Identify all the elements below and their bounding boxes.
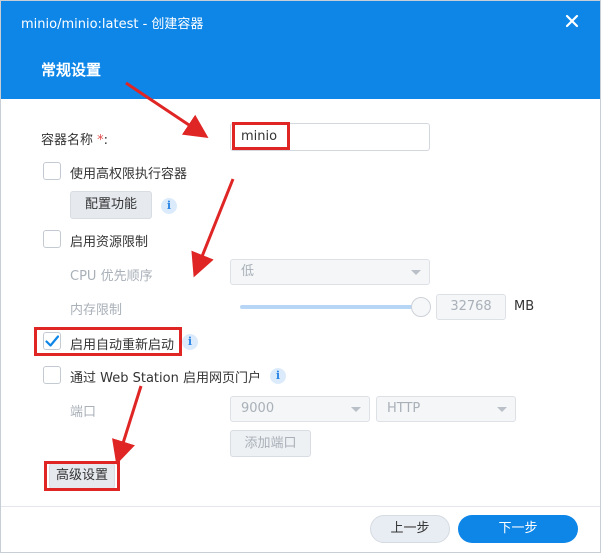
memory-slider-handle[interactable] xyxy=(411,297,431,317)
resource-limit-checkbox[interactable] xyxy=(43,230,61,248)
info-icon[interactable]: i xyxy=(182,334,198,350)
port-value: 9000 xyxy=(241,401,275,416)
annotation-box-name xyxy=(232,122,290,150)
protocol-value: HTTP xyxy=(387,401,421,416)
privileged-checkbox[interactable] xyxy=(43,162,61,180)
protocol-select[interactable]: HTTP xyxy=(376,396,516,422)
port-select[interactable]: 9000 xyxy=(230,396,370,422)
section-title: 常规设置 xyxy=(41,61,102,79)
resource-limit-label: 启用资源限制 xyxy=(70,235,149,250)
create-container-dialog: minio/minio:latest - 创建容器 常规设置 容器名称 *: m… xyxy=(0,0,601,553)
memory-slider-track[interactable] xyxy=(240,305,420,309)
arrow-to-resource xyxy=(191,178,235,278)
add-port-button[interactable]: 添加端口 xyxy=(230,430,311,457)
web-station-label: 通过 Web Station 启用网页门户 xyxy=(70,371,261,386)
config-features-button[interactable]: 配置功能 xyxy=(70,191,152,219)
chevron-down-icon xyxy=(411,270,421,275)
chevron-down-icon xyxy=(497,407,507,412)
info-icon[interactable]: i xyxy=(161,198,177,214)
previous-button[interactable]: 上一步 xyxy=(370,515,450,543)
memory-unit: MB xyxy=(514,299,535,314)
label-colon: : xyxy=(103,133,109,148)
container-name-text: 容器名称 xyxy=(41,133,94,148)
web-station-checkbox[interactable] xyxy=(43,366,61,384)
memory-limit-input[interactable]: 32768 xyxy=(436,294,506,320)
window-title: minio/minio:latest - 创建容器 xyxy=(21,17,204,32)
close-icon[interactable] xyxy=(562,11,582,31)
info-icon[interactable]: i xyxy=(270,368,286,384)
port-label: 端口 xyxy=(70,405,97,420)
container-name-label: 容器名称 *: xyxy=(41,129,108,148)
cpu-priority-select[interactable]: 低 xyxy=(230,259,430,285)
privileged-label: 使用高权限执行容器 xyxy=(70,167,188,182)
chevron-down-icon xyxy=(351,407,361,412)
next-button[interactable]: 下一步 xyxy=(458,515,578,543)
arrow-to-advanced xyxy=(112,385,143,465)
memory-limit-label: 内存限制 xyxy=(70,303,123,318)
annotation-box-advanced xyxy=(44,461,120,491)
cpu-priority-label: CPU 优先顺序 xyxy=(70,269,153,284)
dialog-header: minio/minio:latest - 创建容器 常规设置 xyxy=(1,1,600,99)
annotation-box-auto-restart xyxy=(34,327,182,356)
cpu-priority-value: 低 xyxy=(241,264,255,279)
